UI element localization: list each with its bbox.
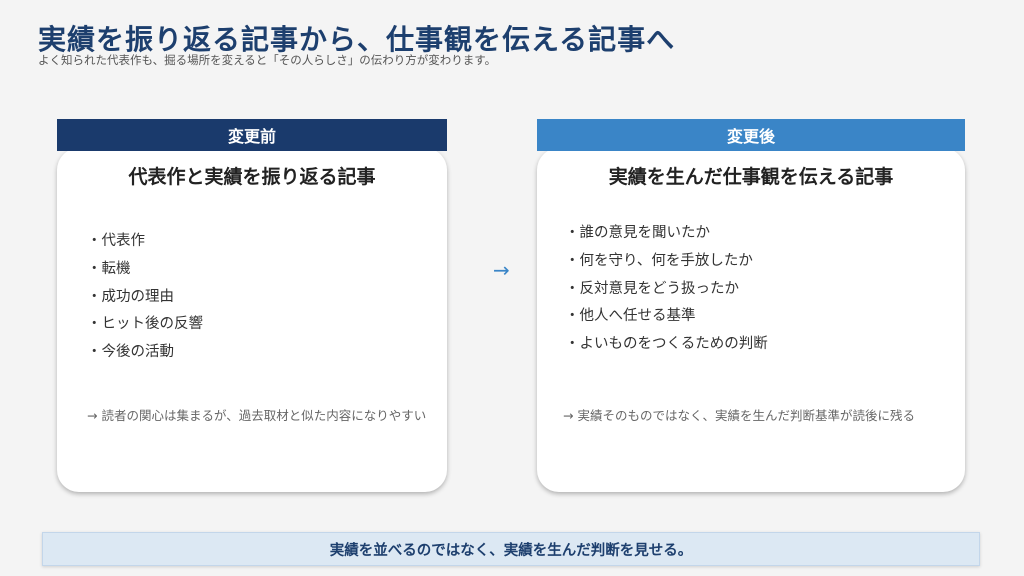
list-item: ・ヒット後の反響 <box>87 316 203 333</box>
list-item: ・他人へ任せる基準 <box>565 308 696 325</box>
after-card: 実績を生んだ仕事観を伝える記事 ・誰の意見を聞いたか ・何を守り、何を手放したか… <box>537 148 965 492</box>
before-card-title: 代表作と実績を振り返る記事 <box>128 166 376 188</box>
list-item: ・成功の理由 <box>87 288 174 305</box>
after-item-list: ・誰の意見を聞いたか ・何を守り、何を手放したか ・反対意見をどう扱ったか ・他… <box>565 220 768 359</box>
slide-subtitle: よく知られた代表作も、掘る場所を変えると「その人らしさ」の伝わり方が変わります。 <box>38 53 497 67</box>
list-item: ・代表作 <box>87 233 145 249</box>
arrow-right-icon: → <box>493 258 510 282</box>
list-item: ・反対意見をどう扱ったか <box>565 280 739 297</box>
after-header: 変更後 <box>537 119 965 151</box>
before-card: 代表作と実績を振り返る記事 ・代表作 ・転機 ・成功の理由 ・ヒット後の反響 ・… <box>57 148 447 492</box>
conclusion-banner: 実績を並べるのではなく、実績を生んだ判断を見せる。 <box>42 532 980 566</box>
list-item: ・今後の活動 <box>87 344 174 361</box>
slide: 実績を振り返る記事から、仕事観を伝える記事へ よく知られた代表作も、掘る場所を変… <box>0 0 1024 576</box>
list-item: ・誰の意見を聞いたか <box>565 225 710 241</box>
after-card-title: 実績を生んだ仕事観を伝える記事 <box>608 166 894 188</box>
before-item-list: ・代表作 ・転機 ・成功の理由 ・ヒット後の反響 ・今後の活動 <box>87 228 203 367</box>
after-note: → 実績そのものではなく、実績を生んだ判断基準が読後に残る <box>563 408 915 423</box>
list-item: ・よいものをつくるための判断 <box>565 336 768 353</box>
list-item: ・転機 <box>87 260 131 277</box>
before-note: → 読者の関心は集まるが、過去取材と似た内容になりやすい <box>87 408 427 423</box>
before-header: 変更前 <box>57 119 447 151</box>
list-item: ・何を守り、何を手放したか <box>565 252 753 269</box>
